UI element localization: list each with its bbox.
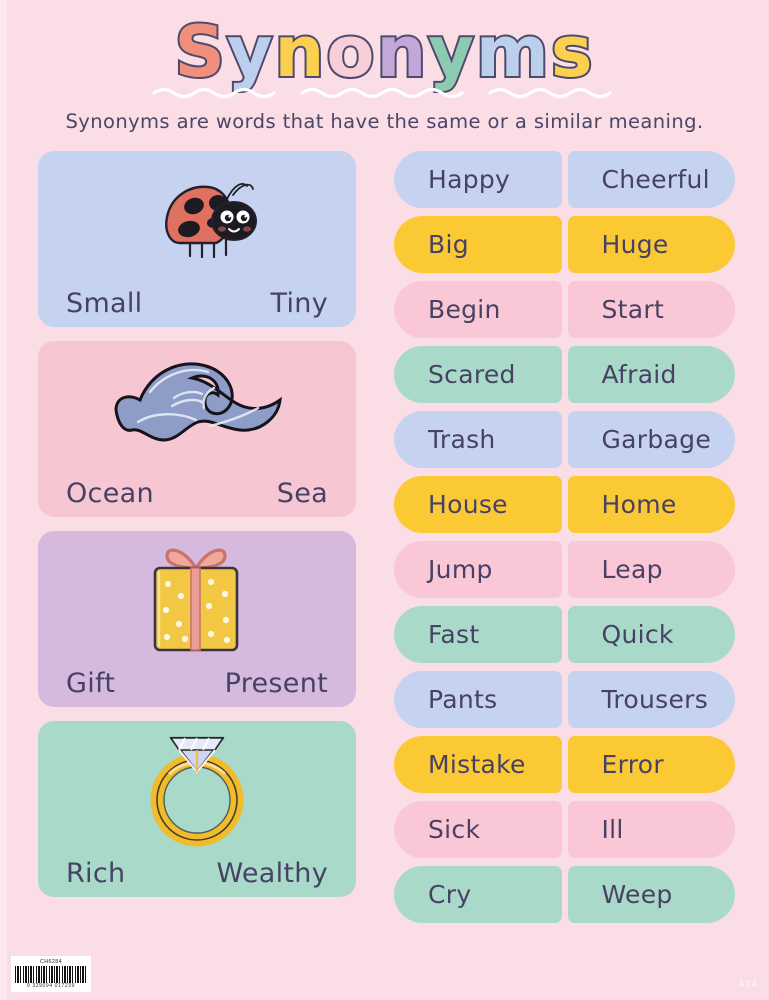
word-pair-left: House xyxy=(394,475,562,533)
picture-card-words: Small Tiny xyxy=(38,288,356,319)
word-pair-row: Begin Start xyxy=(394,280,735,338)
barcode: CH6284 9 329094 017239 xyxy=(11,956,91,992)
word-pair-right: Huge xyxy=(567,215,735,273)
word-pair-left: Fast xyxy=(394,605,562,663)
wave-squiggle-center xyxy=(299,87,464,98)
page-title: Synonyms xyxy=(0,13,769,91)
picture-card-word-right: Present xyxy=(224,667,328,699)
diamond-ring-icon-wrap xyxy=(38,727,356,847)
wave-squiggle-left xyxy=(151,87,276,98)
word-pair-left: Big xyxy=(394,215,562,273)
picture-card-words: Gift Present xyxy=(38,668,356,699)
picture-card-word-right: Sea xyxy=(276,477,328,509)
picture-card-ocean: Ocean Sea xyxy=(38,340,356,517)
barcode-code: CH6284 xyxy=(40,959,62,965)
picture-card-small: Small Tiny xyxy=(38,150,356,327)
word-pair-row: Happy Cheerful xyxy=(394,150,735,208)
wave-squiggle-right xyxy=(487,87,612,98)
word-pair-right: Trousers xyxy=(567,670,735,728)
word-pair-left: Scared xyxy=(394,345,562,403)
word-pair-right: Quick xyxy=(567,605,735,663)
title-letter-7: s xyxy=(549,11,595,93)
word-pair-left: Cry xyxy=(394,865,562,923)
word-pair-left: Begin xyxy=(394,280,562,338)
word-pair-row: Trash Garbage xyxy=(394,410,735,468)
word-pair-right: Home xyxy=(567,475,735,533)
word-pair-row: Scared Afraid xyxy=(394,345,735,403)
word-pair-right: Leap xyxy=(567,540,735,598)
word-pair-right: Garbage xyxy=(567,410,735,468)
gift-box-icon-wrap xyxy=(38,537,356,657)
title-underline-waves xyxy=(0,84,769,100)
picture-card-word-left: Small xyxy=(66,287,143,319)
word-pair-left: Trash xyxy=(394,410,562,468)
title-letter-5: y xyxy=(426,11,476,93)
word-pair-left: Happy xyxy=(394,150,562,208)
picture-card-word-left: Gift xyxy=(66,667,116,699)
synonyms-poster: Synonyms Synonyms are words that have th… xyxy=(0,0,769,1000)
picture-card-word-left: Ocean xyxy=(66,477,154,509)
content-columns: Small Tiny Ocean Sea Gift Present Rich W… xyxy=(0,133,769,923)
word-pair-row: Mistake Error xyxy=(394,735,735,793)
ladybug-icon xyxy=(165,182,257,258)
barcode-bars xyxy=(15,966,87,983)
subtitle: Synonyms are words that have the same or… xyxy=(65,109,704,133)
word-pair-right: Start xyxy=(567,280,735,338)
title-letter-4: n xyxy=(374,11,429,93)
title-block: Synonyms xyxy=(0,0,769,100)
word-pair-right: Cheerful xyxy=(567,150,735,208)
word-pair-right: Afraid xyxy=(567,345,735,403)
picture-card-words: Ocean Sea xyxy=(38,478,356,509)
picture-card-word-right: Tiny xyxy=(270,287,328,319)
word-pair-row: House Home xyxy=(394,475,735,533)
picture-card-list: Small Tiny Ocean Sea Gift Present Rich W… xyxy=(38,150,356,923)
word-pair-left: Sick xyxy=(394,800,562,858)
barcode-digits: 9 329094 017239 xyxy=(27,983,75,989)
picture-card-word-right: Wealthy xyxy=(216,857,328,889)
title-letter-1: y xyxy=(225,11,275,93)
word-pair-row: Jump Leap xyxy=(394,540,735,598)
word-pair-right: Weep xyxy=(567,865,735,923)
word-pair-row: Sick Ill xyxy=(394,800,735,858)
title-letter-2: n xyxy=(273,11,327,93)
wave-icon xyxy=(114,361,282,442)
title-letter-3: o xyxy=(324,11,377,93)
title-letter-6: m xyxy=(474,11,551,93)
title-letter-0: S xyxy=(172,11,227,93)
wave-icon-wrap xyxy=(38,347,356,467)
corner-watermark: ATA xyxy=(738,979,759,989)
gift-box-icon xyxy=(153,548,239,651)
word-pair-left: Jump xyxy=(394,540,562,598)
picture-card-rich: Rich Wealthy xyxy=(38,720,356,897)
word-pair-row: Big Huge xyxy=(394,215,735,273)
word-pair-left: Mistake xyxy=(394,735,562,793)
diamond-ring-icon xyxy=(150,736,244,846)
word-pair-row: Cry Weep xyxy=(394,865,735,923)
word-pair-right: Ill xyxy=(567,800,735,858)
picture-card-word-left: Rich xyxy=(66,857,126,889)
word-pair-row: Fast Quick xyxy=(394,605,735,663)
word-pair-row: Pants Trousers xyxy=(394,670,735,728)
word-pair-right: Error xyxy=(567,735,735,793)
word-pair-list: Happy Cheerful Big Huge Begin Start Scared Afra… xyxy=(394,150,735,923)
word-pair-left: Pants xyxy=(394,670,562,728)
picture-card-words: Rich Wealthy xyxy=(38,858,356,889)
picture-card-gift: Gift Present xyxy=(38,530,356,707)
ladybug-icon-wrap xyxy=(38,157,356,277)
